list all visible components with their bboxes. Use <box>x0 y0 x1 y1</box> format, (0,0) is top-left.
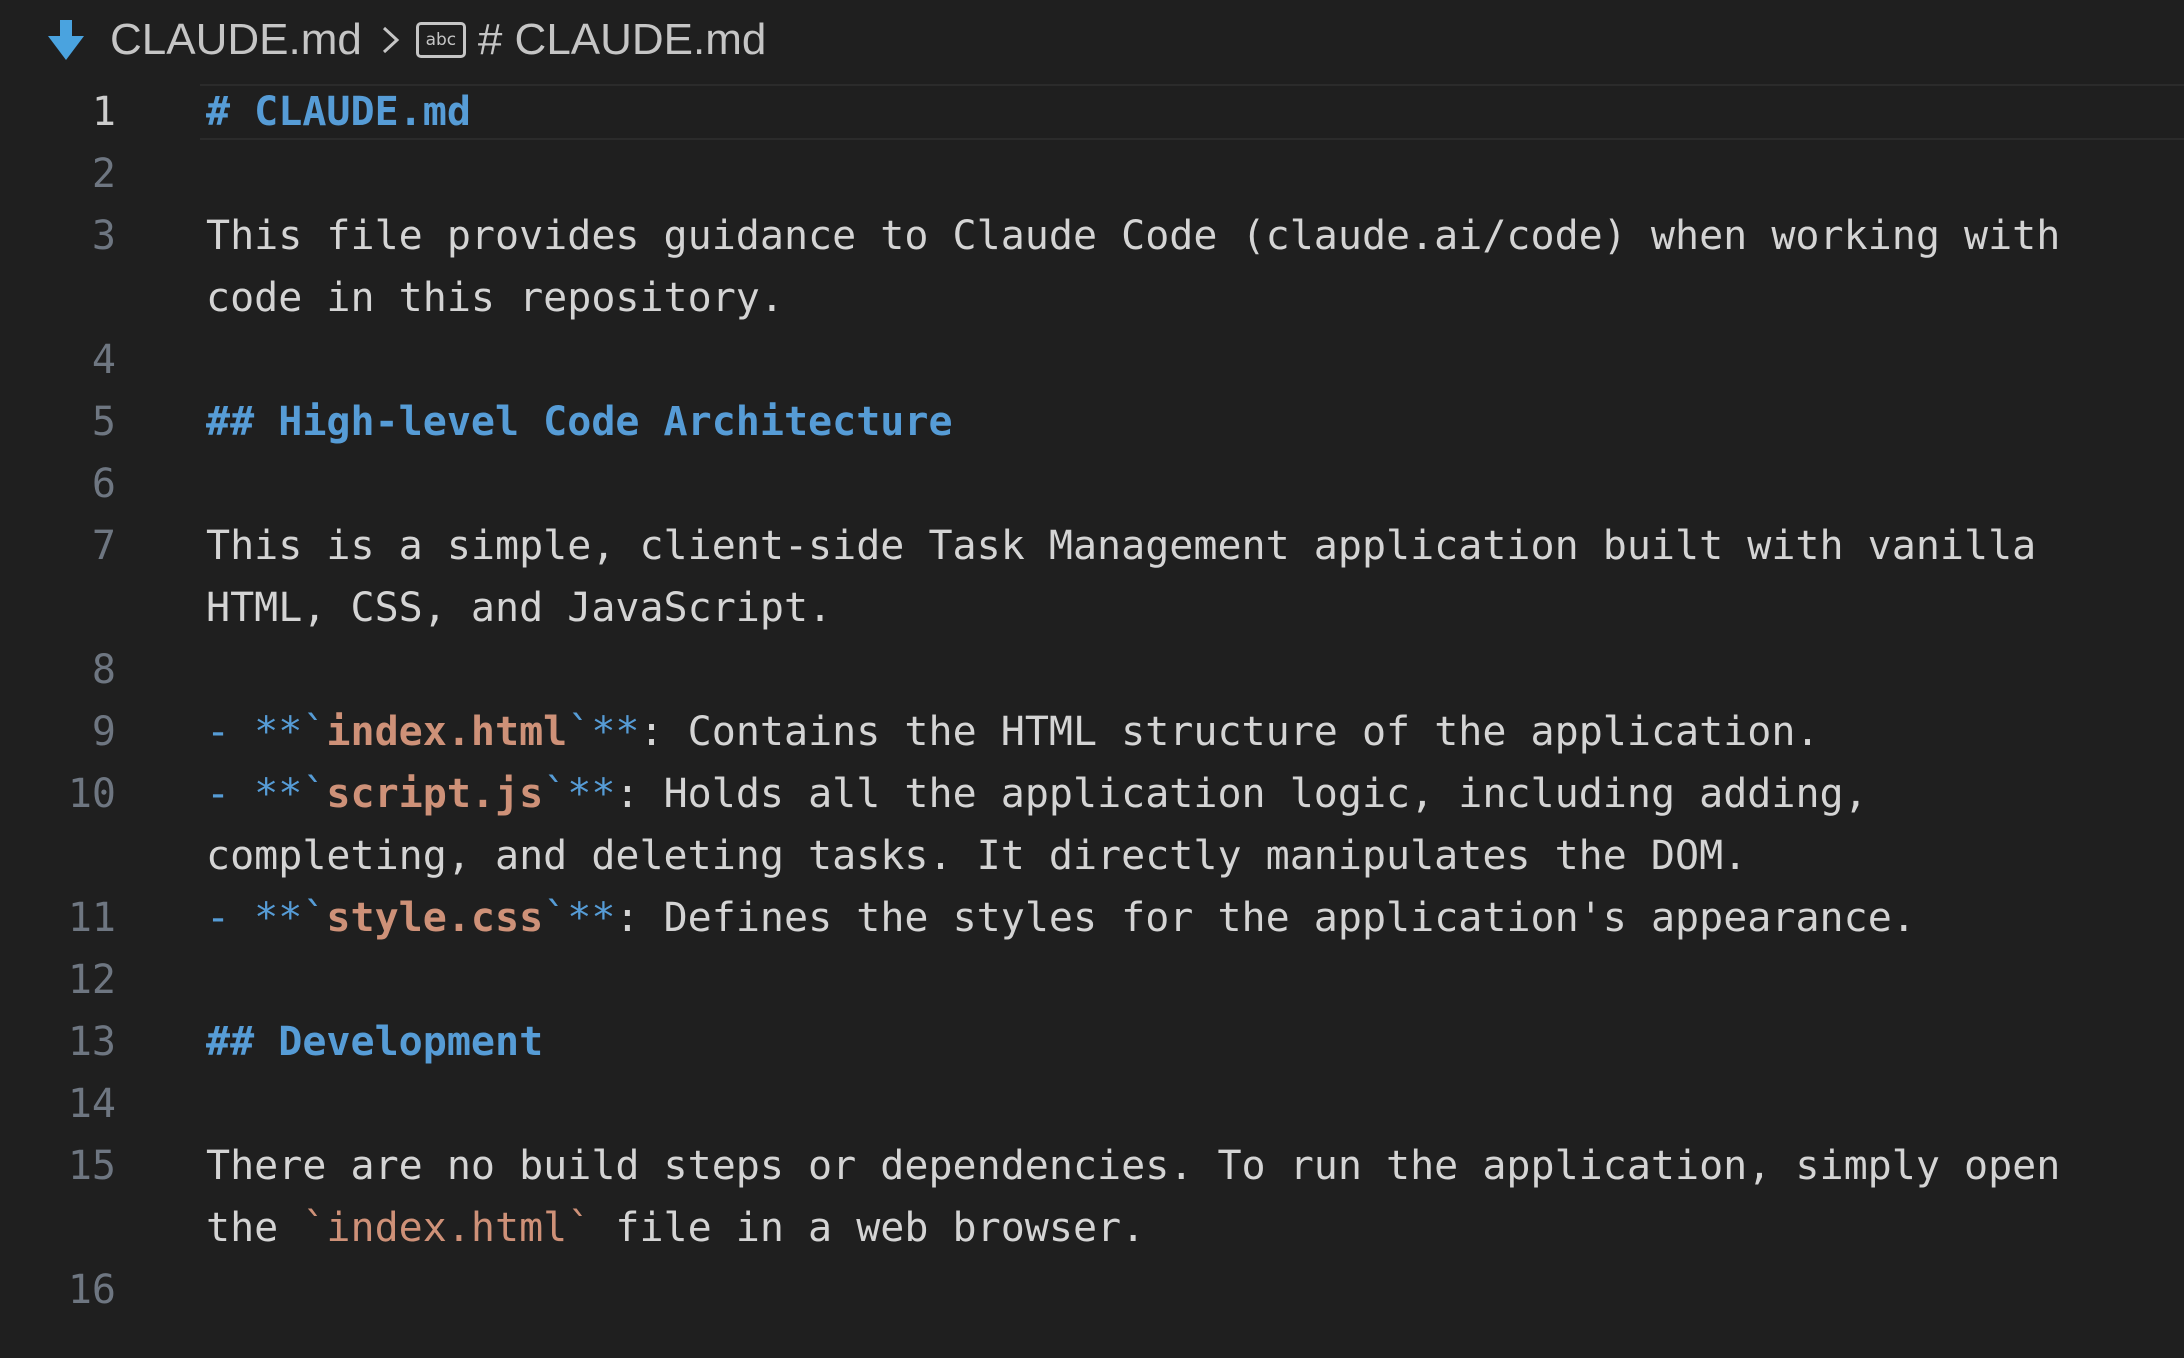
paragraph-text: There are no build steps or dependencies… <box>206 1143 2061 1189</box>
line-number: 9 <box>91 709 116 755</box>
breadcrumb: CLAUDE.md abc # CLAUDE.md <box>0 0 2184 80</box>
paragraph-text: code in this repository. <box>206 275 784 321</box>
editor-line-wrap: completing, and deleting tasks. It direc… <box>0 825 2184 887</box>
editor-line-wrap: code in this repository. <box>0 267 2184 329</box>
markdown-file-icon <box>44 18 88 62</box>
list-markup: - **` <box>206 771 327 817</box>
line-number: 16 <box>67 1267 116 1313</box>
line-number: 4 <box>91 337 116 383</box>
line-number: 15 <box>67 1143 116 1189</box>
list-markup: `** <box>567 709 640 755</box>
line-number: 1 <box>91 89 116 135</box>
editor-line: 1 # CLAUDE.md <box>0 81 2184 143</box>
line-number: 12 <box>67 957 116 1003</box>
line-number: 14 <box>67 1081 116 1127</box>
heading-text: ## Development <box>206 1019 544 1065</box>
list-description: : Contains the HTML structure of the app… <box>639 709 1820 755</box>
bold-filename: style.css <box>326 895 544 941</box>
line-number: 5 <box>91 399 116 445</box>
paragraph-text: This file provides guidance to Claude Co… <box>206 213 2061 259</box>
chevron-right-icon <box>380 24 402 56</box>
editor-line-wrap: HTML, CSS, and JavaScript. <box>0 577 2184 639</box>
editor-line: 2 <box>0 143 2184 205</box>
editor-line: 9 - **`index.html`**: Contains the HTML … <box>0 701 2184 763</box>
editor[interactable]: 1 # CLAUDE.md 2 3 This file provides gui… <box>0 84 2184 1358</box>
editor-line: 4 <box>0 329 2184 391</box>
text-segment: file in a web browser. <box>591 1205 1146 1251</box>
list-item-text: - **`style.css`**: Defines the styles fo… <box>206 887 2166 949</box>
bold-filename: script.js <box>326 771 544 817</box>
editor-line: 16 <box>0 1259 2184 1321</box>
line-number: 13 <box>67 1019 116 1065</box>
editor-line: 13 ## Development <box>0 1011 2184 1073</box>
paragraph-text: HTML, CSS, and JavaScript. <box>206 585 833 631</box>
paragraph-text: the `index.html` file in a web browser. <box>206 1197 2166 1259</box>
editor-line: 8 <box>0 639 2184 701</box>
list-markup: - **` <box>206 709 327 755</box>
list-description: completing, and deleting tasks. It direc… <box>206 833 1748 879</box>
paragraph-text: This is a simple, client-side Task Manag… <box>206 523 2037 569</box>
editor-line-wrap: the `index.html` file in a web browser. <box>0 1197 2184 1259</box>
list-description: : Holds all the application logic, inclu… <box>615 771 1868 817</box>
editor-line: 6 <box>0 453 2184 515</box>
editor-line: 12 <box>0 949 2184 1011</box>
line-number: 3 <box>91 213 116 259</box>
heading-text: # CLAUDE.md <box>206 89 471 135</box>
editor-line: 14 <box>0 1073 2184 1135</box>
list-markup: - **` <box>206 895 327 941</box>
editor-line: 11 - **`style.css`**: Defines the styles… <box>0 887 2184 949</box>
editor-line: 15 There are no build steps or dependenc… <box>0 1135 2184 1197</box>
list-description: : Defines the styles for the application… <box>615 895 1916 941</box>
editor-line: 7 This is a simple, client-side Task Man… <box>0 515 2184 577</box>
bold-filename: index.html <box>326 709 568 755</box>
list-markup: `** <box>543 895 616 941</box>
string-symbol-icon: abc <box>415 22 466 58</box>
breadcrumb-symbol[interactable]: # CLAUDE.md <box>478 15 767 65</box>
editor-line: 5 ## High-level Code Architecture <box>0 391 2184 453</box>
line-number: 8 <box>91 647 116 693</box>
list-item-text: - **`index.html`**: Contains the HTML st… <box>206 701 2166 763</box>
heading-text: ## High-level Code Architecture <box>206 399 953 445</box>
line-number: 10 <box>67 771 116 817</box>
inline-code: `index.html` <box>302 1205 592 1251</box>
editor-line: 10 - **`script.js`**: Holds all the appl… <box>0 763 2184 825</box>
list-item-text: - **`script.js`**: Holds all the applica… <box>206 763 2166 825</box>
text-segment: the <box>206 1205 303 1251</box>
line-number: 11 <box>67 895 116 941</box>
line-number: 7 <box>91 523 116 569</box>
list-markup: `** <box>543 771 616 817</box>
line-number: 2 <box>91 151 116 197</box>
breadcrumb-file[interactable]: CLAUDE.md <box>110 15 362 65</box>
line-number: 6 <box>91 461 116 507</box>
editor-line: 3 This file provides guidance to Claude … <box>0 205 2184 267</box>
